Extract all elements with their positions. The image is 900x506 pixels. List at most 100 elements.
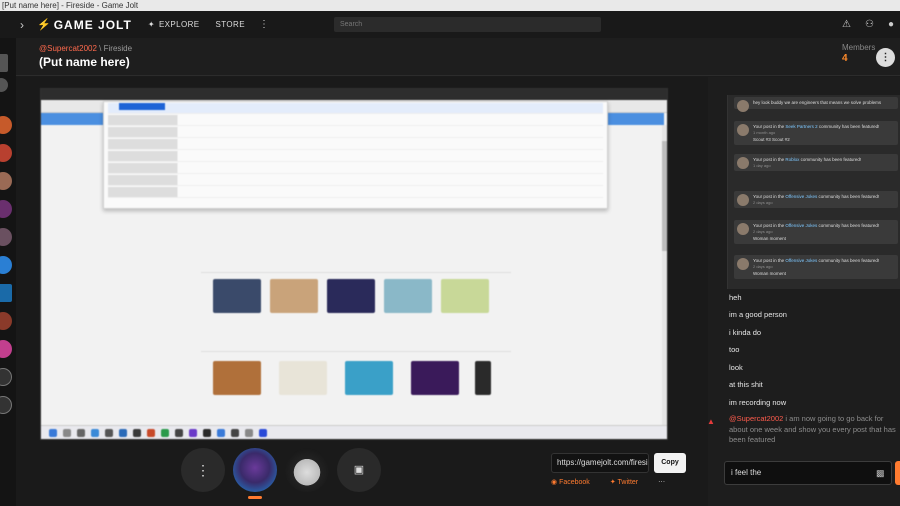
video-featured-projects-heading xyxy=(201,264,511,273)
notification-text: hey look buddy we are engineers that mea… xyxy=(753,100,882,105)
notification-avatar xyxy=(737,223,749,235)
notification-item[interactable]: Your post in the Offensive Jokes communi… xyxy=(734,191,898,208)
video-browser-tabs xyxy=(41,89,667,100)
notification-item[interactable]: Your post in the Offensive Jokes communi… xyxy=(734,220,898,244)
copy-button[interactable]: Copy xyxy=(654,453,686,473)
notification-text: community has been featured! xyxy=(817,223,880,228)
sidebar-icon-library[interactable] xyxy=(0,78,8,92)
chat-input[interactable]: i feel the xyxy=(724,461,892,485)
facebook-share[interactable]: ◉ Facebook xyxy=(551,478,590,486)
emoji-icon[interactable]: ▩ xyxy=(876,468,885,479)
more-vertical-icon[interactable]: ⋮ xyxy=(259,19,269,30)
chat-message: im recording now xyxy=(729,398,787,407)
video-thumb-7 xyxy=(279,361,327,395)
chat-message: look xyxy=(729,363,743,372)
share-url-field[interactable]: https://gamejolt.com/fireside xyxy=(551,453,649,473)
notification-text: community has been featured! xyxy=(817,124,880,129)
sidebar-community-7[interactable] xyxy=(0,284,12,302)
video-thumb-9 xyxy=(411,361,459,395)
sidebar-discover-icon[interactable] xyxy=(0,368,12,386)
search-input[interactable]: Search xyxy=(334,17,601,32)
notification-text: community has been featured! xyxy=(799,157,862,162)
chat-message: heh xyxy=(729,293,742,302)
user-icon[interactable]: ● xyxy=(888,19,894,30)
warning-icon: ▲ xyxy=(707,417,715,426)
left-sidebar xyxy=(0,38,16,506)
notification-avatar xyxy=(737,157,749,169)
chat-message-pending: @Supercat2002 i am now going to go back … xyxy=(729,414,899,446)
notification-community: Roblox xyxy=(785,157,800,162)
notification-item[interactable]: hey look buddy we are engineers that mea… xyxy=(734,97,898,112)
host-handle[interactable]: @Supercat2002 xyxy=(39,44,97,53)
explore-label: EXPLORE xyxy=(158,20,200,29)
active-streamer-indicator xyxy=(248,496,262,499)
members-count[interactable]: 4 xyxy=(842,53,848,64)
fireside-breadcrumb: @Supercat2002 \ Fireside xyxy=(39,44,133,53)
window-title: [Put name here] - Fireside - Game Jolt xyxy=(0,0,900,11)
send-button[interactable] xyxy=(895,461,900,485)
facebook-icon: ◉ xyxy=(551,479,558,486)
sidebar-community-8[interactable] xyxy=(0,312,12,330)
twitter-icon: ✦ xyxy=(609,479,616,486)
twitter-share[interactable]: ✦ Twitter xyxy=(610,478,638,486)
video-thumb-10 xyxy=(475,361,491,395)
notification-text: Your post in the xyxy=(753,157,786,162)
top-nav: › ⚡ GAME JOLT ✦ EXPLORE STORE ⋮ Search ⚠ ⚇… xyxy=(0,11,900,38)
video-thumb-1 xyxy=(213,279,261,313)
gamejolt-logo[interactable]: ⚡ GAME JOLT xyxy=(37,18,132,32)
fireside-menu-button[interactable]: ⋮ xyxy=(876,48,895,67)
sidebar-community-3[interactable] xyxy=(0,172,12,190)
notification-item[interactable]: Your post in the Seek Partners 2 communi… xyxy=(734,121,898,145)
sidebar-community-1[interactable] xyxy=(0,116,12,134)
notification-community: Offensive Jokes xyxy=(785,194,818,199)
notification-time: 2 days ago xyxy=(753,229,773,234)
share-row: https://gamejolt.com/fireside Copy xyxy=(551,453,693,473)
notification-time: 1 month ago xyxy=(753,130,776,135)
sidebar-community-2[interactable] xyxy=(0,144,12,162)
notification-text: community has been featured! xyxy=(817,258,880,263)
video-featured-studios-heading xyxy=(201,343,511,352)
explore-link[interactable]: ✦ EXPLORE xyxy=(148,20,200,29)
notification-community: Offensive Jokes xyxy=(785,223,818,228)
chat-message: too xyxy=(729,345,740,354)
notification-avatar xyxy=(737,124,749,136)
streamer-avatar-1[interactable] xyxy=(233,448,277,492)
fireside-header: @Supercat2002 \ Fireside (Put name here)… xyxy=(16,38,900,76)
video-thumb-2 xyxy=(270,279,318,313)
stream-video[interactable] xyxy=(40,88,668,440)
video-thumb-4 xyxy=(384,279,432,313)
notification-text: Your post in the xyxy=(753,223,786,228)
notification-item[interactable]: Your post in the Roblox community has be… xyxy=(734,154,898,171)
video-scrollbar-thumb xyxy=(662,141,667,251)
sidebar-community-6[interactable] xyxy=(0,256,12,274)
notification-avatar xyxy=(737,258,749,270)
notification-item[interactable]: Your post in the Offensive Jokes communi… xyxy=(734,255,898,279)
notification-community: Offensive Jokes xyxy=(785,258,818,263)
more-options-button[interactable]: ⋮ xyxy=(181,448,225,492)
notifications-overlay: hey look buddy we are engineers that mea… xyxy=(727,95,900,289)
notification-text: Your post in the xyxy=(753,258,786,263)
bell-icon[interactable]: ⚠ xyxy=(842,19,851,30)
notification-text: Your post in the xyxy=(753,124,786,129)
video-thumb-5 xyxy=(441,279,489,313)
sidebar-add-icon[interactable] xyxy=(0,396,12,414)
sidebar-community-9[interactable] xyxy=(0,340,12,358)
streamer-avatar-2[interactable] xyxy=(285,448,329,492)
chat-message: at this shit xyxy=(729,380,763,389)
sidebar-community-4[interactable] xyxy=(0,200,12,218)
video-thumb-6 xyxy=(213,361,261,395)
message-author[interactable]: @Supercat2002 xyxy=(729,414,783,423)
store-link[interactable]: STORE xyxy=(216,20,245,29)
friends-icon[interactable]: ⚇ xyxy=(865,19,874,30)
sidebar-icon-home[interactable] xyxy=(0,54,8,72)
members-label: Members xyxy=(842,43,876,52)
bolt-icon: ⚡ xyxy=(37,19,52,31)
notification-excerpt: Scout #3 Scout #2 xyxy=(753,137,790,142)
sticker-button[interactable]: ▣ xyxy=(337,448,381,492)
chevron-right-icon[interactable]: › xyxy=(15,18,29,32)
share-more-icon[interactable]: ⋯ xyxy=(658,478,665,486)
share-links: ◉ Facebook ✦ Twitter ⋯ xyxy=(551,478,665,486)
notification-avatar xyxy=(737,100,749,112)
sidebar-community-5[interactable] xyxy=(0,228,12,246)
store-label: STORE xyxy=(215,20,245,29)
